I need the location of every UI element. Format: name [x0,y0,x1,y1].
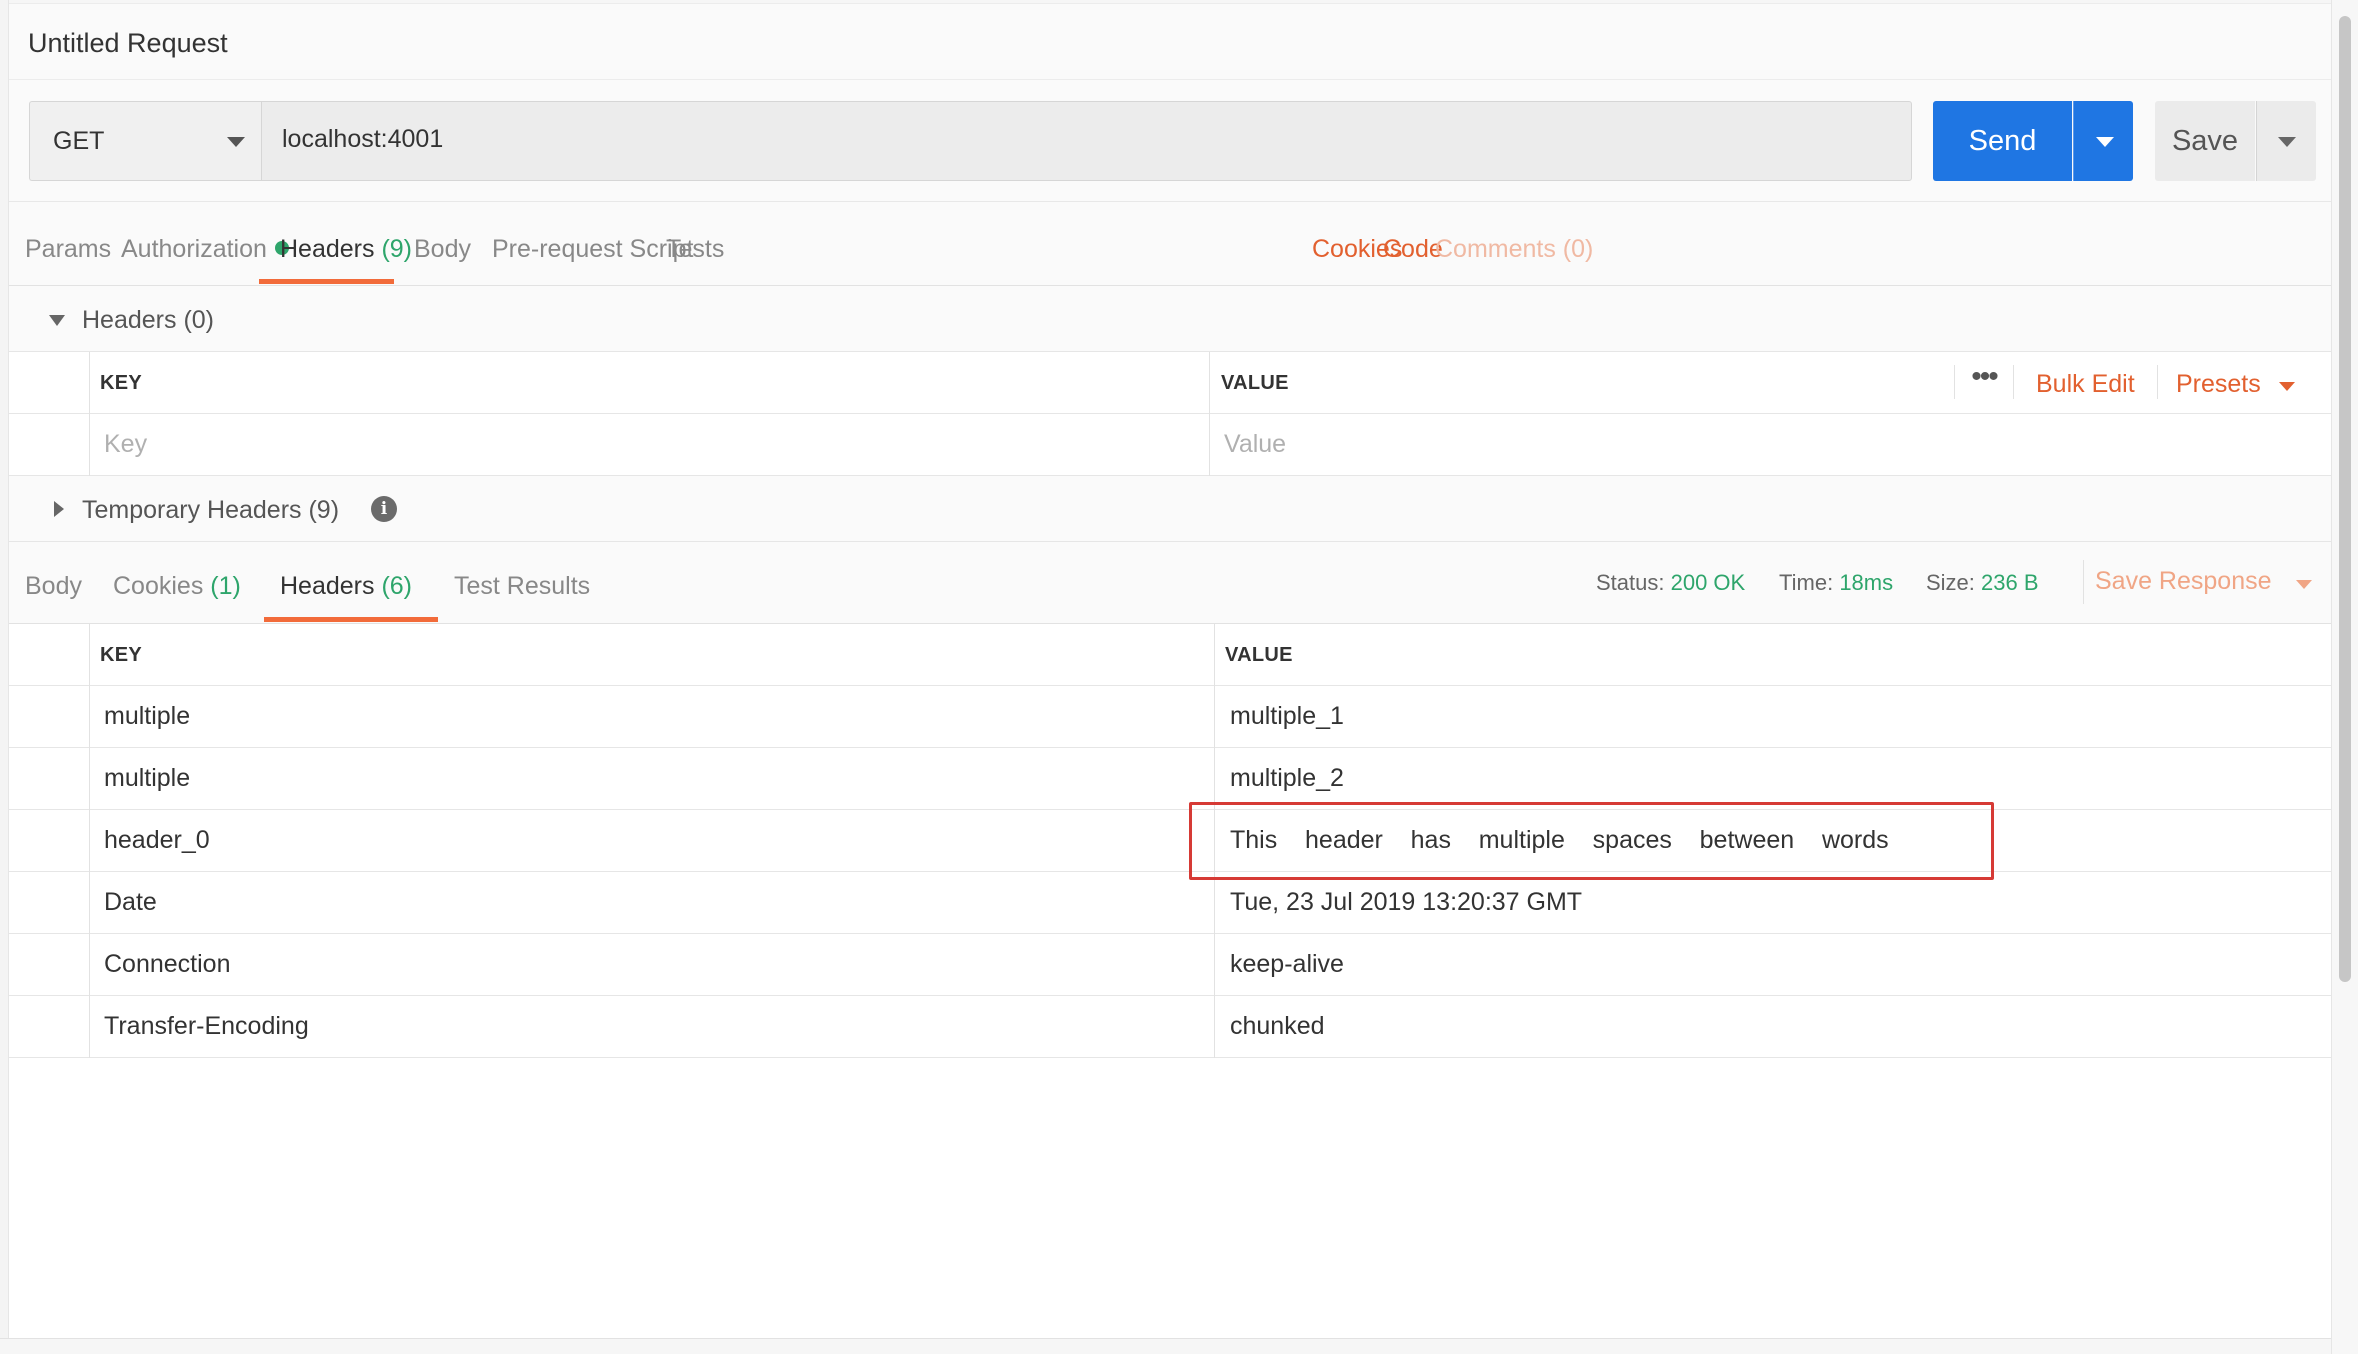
header-key: multiple [104,702,191,730]
tab-prerequest-script[interactable]: Pre-request Script [492,235,693,264]
status-label: Status: [1596,570,1665,595]
divider [89,352,90,476]
headers-section-toggle[interactable]: Headers (0) [9,286,2331,352]
request-headers-table: KEY VALUE ••• Bulk Edit Presets Key Valu… [9,352,2331,476]
method-select[interactable]: GET [29,101,271,181]
header-value: chunked [1230,1012,1325,1040]
status-readout: Status: 200 OK [1596,570,1745,596]
header-key: Connection [104,950,231,978]
table-row: Transfer-Encoding chunked [9,996,2331,1058]
table-header-row: KEY VALUE ••• Bulk Edit Presets [9,352,2331,414]
key-input[interactable]: Key [104,430,147,459]
table-row: multiple multiple_2 [9,748,2331,810]
header-value: keep-alive [1230,950,1344,978]
tab-headers-label: Headers [280,235,375,263]
response-tabs: Body Cookies (1) Headers (6) Test Result… [9,542,2331,624]
divider [2157,365,2158,399]
header-value: Tue, 23 Jul 2019 13:20:37 GMT [1230,888,1583,916]
header-key: Transfer-Encoding [104,1012,309,1040]
size-readout: Size: 236 B [1926,570,2039,596]
send-button[interactable]: Send [1933,101,2072,181]
tab-headers[interactable]: Headers (9) [280,235,412,264]
tab-authorization[interactable]: Authorization [121,235,289,264]
chevron-down-icon [2296,580,2312,589]
header-key: header_0 [104,826,210,854]
key-column-header: KEY [100,372,143,394]
value-input[interactable]: Value [1224,430,1286,459]
chevron-down-icon [2279,382,2295,391]
status-value[interactable]: 200 OK [1671,570,1746,595]
header-value: multiple_2 [1230,764,1344,792]
temporary-headers-title: Temporary Headers (9) [82,496,340,524]
active-tab-indicator [264,617,438,622]
time-readout: Time: 18ms [1779,570,1893,596]
method-label: GET [53,127,105,155]
save-response-dropdown[interactable]: Save Response [2095,567,2272,596]
value-column-header: VALUE [1225,644,1293,666]
response-tab-test-results[interactable]: Test Results [454,572,590,601]
presets-dropdown[interactable]: Presets [2176,370,2261,399]
comments-link[interactable]: Comments (0) [1435,235,1593,264]
request-title-bar: Untitled Request [9,4,2331,80]
caret-right-icon [54,501,64,517]
header-key: multiple [104,764,191,792]
response-tab-headers[interactable]: Headers (6) [280,572,412,601]
left-panel-edge [0,0,9,1354]
active-tab-indicator [259,279,394,284]
vertical-scrollbar[interactable] [2331,0,2358,1354]
response-tab-body[interactable]: Body [25,572,82,601]
size-value[interactable]: 236 B [1981,570,2039,595]
tab-params[interactable]: Params [25,235,111,264]
response-tab-cookies-label: Cookies [113,572,204,600]
divider [89,624,90,1058]
tab-headers-count: (9) [381,235,413,263]
empty-area [9,1058,2331,1338]
response-tab-cookies-count: (1) [210,572,241,600]
save-button[interactable]: Save [2155,101,2255,181]
table-row: multiple multiple_1 [9,686,2331,748]
scrollbar-thumb[interactable] [2339,16,2351,982]
headers-section-title: Headers (0) [82,306,214,334]
table-row: Date Tue, 23 Jul 2019 13:20:37 GMT [9,872,2331,934]
table-row: Connection keep-alive [9,934,2331,996]
url-text: localhost:4001 [282,125,444,153]
request-tabs: Params Authorization Headers (9) Body Pr… [9,202,2331,286]
temporary-headers-toggle[interactable]: Temporary Headers (9) i [9,476,2331,542]
tab-tests[interactable]: Tests [666,235,724,264]
request-title[interactable]: Untitled Request [28,28,228,59]
time-value[interactable]: 18ms [1839,570,1893,595]
chevron-down-icon [2278,137,2296,147]
url-input[interactable]: localhost:4001 [261,101,1912,181]
key-column-header: KEY [100,644,143,666]
bottom-status-strip [0,1338,2331,1354]
response-tab-cookies[interactable]: Cookies (1) [113,572,241,601]
response-tab-headers-count: (6) [381,572,413,600]
postman-window: Untitled Request GET localhost:4001 Send… [0,0,2358,1354]
info-icon[interactable]: i [371,496,397,522]
divider [2083,560,2084,604]
divider [1209,352,1210,476]
header-value: multiple_1 [1230,702,1344,730]
url-bar: GET localhost:4001 Send Save [9,80,2331,202]
header-key: Date [104,888,157,916]
more-options-icon[interactable]: ••• [1954,362,2014,399]
tab-body[interactable]: Body [414,235,471,264]
time-label: Time: [1779,570,1834,595]
save-button-label: Save [2171,125,2239,157]
size-label: Size: [1926,570,1975,595]
tab-authorization-label: Authorization [121,235,267,263]
value-column-header: VALUE [1221,372,1289,394]
table-header-row: KEY VALUE [9,624,2331,686]
table-row: Key Value [9,414,2331,476]
code-link[interactable]: Code [1383,235,1443,264]
caret-down-icon [49,315,65,326]
send-button-label: Send [1968,125,2037,157]
send-options-button[interactable] [2073,101,2133,181]
save-options-button[interactable] [2256,101,2316,181]
annotation-highlight-box [1189,802,1994,880]
chevron-down-icon [2096,137,2114,147]
bulk-edit-link[interactable]: Bulk Edit [2036,370,2135,399]
chevron-down-icon [227,137,245,147]
response-tab-headers-label: Headers [280,572,375,600]
